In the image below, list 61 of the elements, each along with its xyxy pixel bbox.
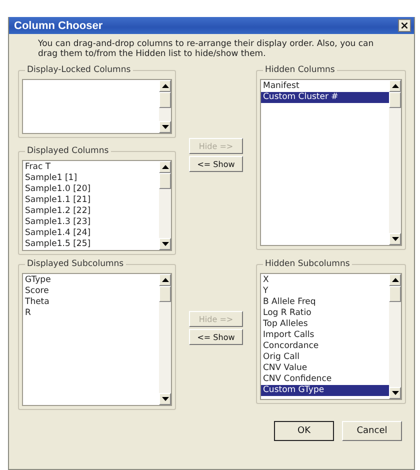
scrollbar[interactable]	[159, 161, 171, 250]
list-item[interactable]: Sample1.2 [22]	[23, 206, 159, 217]
down-arrow-icon[interactable]	[162, 397, 168, 401]
list-item[interactable]: R	[23, 308, 159, 319]
down-arrow-icon[interactable]	[392, 391, 398, 395]
list-item[interactable]: Sample1.1 [21]	[23, 195, 159, 206]
instructions-text: You can drag-and-drop columns to re-arrange their display order. Also, you can drag them to/from the Hidden list to hide/show them.	[38, 39, 375, 59]
scrollbar[interactable]	[389, 80, 401, 245]
list-item[interactable]: Score	[23, 286, 159, 297]
list-item[interactable]: Frac T	[23, 162, 159, 173]
list-item[interactable]: B Allele Freq	[261, 297, 389, 308]
scrollbar[interactable]	[389, 274, 401, 399]
up-arrow-icon[interactable]	[392, 84, 398, 88]
list-item[interactable]: CNV Value	[261, 363, 389, 374]
down-arrow-icon[interactable]	[392, 237, 398, 241]
scrollbar[interactable]	[159, 80, 171, 133]
cancel-button[interactable]: Cancel	[342, 421, 402, 441]
up-arrow-icon[interactable]	[392, 278, 398, 282]
list-item[interactable]: Orig Call	[261, 352, 389, 363]
up-arrow-icon[interactable]	[162, 84, 168, 88]
up-arrow-icon[interactable]	[162, 278, 168, 282]
list-item[interactable]: Theta	[23, 297, 159, 308]
group-title: Displayed Subcolumns	[25, 259, 126, 269]
list-item[interactable]: Manifest	[261, 81, 389, 92]
list-item[interactable]: Custom Cluster #	[261, 92, 389, 103]
list-item[interactable]: X	[261, 275, 389, 286]
show-button[interactable]: <= Show	[189, 156, 243, 172]
group-title: Displayed Columns	[25, 146, 111, 156]
scrollbar[interactable]	[159, 274, 171, 405]
list-item[interactable]: Log R Ratio	[261, 308, 389, 319]
list-item[interactable]: Top Alleles	[261, 319, 389, 330]
group-title: Display-Locked Columns	[25, 65, 133, 75]
window-title: Column Chooser	[14, 20, 103, 32]
list-item[interactable]: Custom GType	[261, 385, 389, 396]
list-item[interactable]: GType	[23, 275, 159, 286]
list-item[interactable]: Sample1.3 [23]	[23, 217, 159, 228]
list-item[interactable]: Sample1.0 [20]	[23, 184, 159, 195]
scroll-thumb[interactable]	[389, 92, 401, 108]
ok-button[interactable]: OK	[274, 421, 334, 441]
list-box[interactable]: GType Score Theta R	[22, 273, 172, 406]
list-item[interactable]: CNV Confidence	[261, 374, 389, 385]
list-box[interactable]: X Y B Allele Freq Log R Ratio Top Alleles Import Calls Concordance Orig Call CNV Value CNV Confidence Custom GType	[260, 273, 402, 400]
show-button[interactable]: <= Show	[189, 329, 243, 345]
list-item[interactable]: Concordance	[261, 341, 389, 352]
down-arrow-icon[interactable]	[162, 242, 168, 246]
list-item[interactable]: Sample1 [1]	[23, 173, 159, 184]
list-box[interactable]: Manifest Custom Cluster #	[260, 79, 402, 246]
close-button[interactable]: ×	[398, 19, 411, 32]
group-title: Hidden Subcolumns	[263, 259, 352, 269]
scroll-thumb[interactable]	[159, 173, 171, 189]
list-box[interactable]: Frac T Sample1 [1] Sample1.0 [20] Sample1.1 [21] Sample1.2 [22] Sample1.3 [23] Sample1.4 [24] Sample1.5 [25]	[22, 160, 172, 251]
scroll-thumb[interactable]	[159, 92, 171, 108]
down-arrow-icon[interactable]	[162, 125, 168, 129]
list-item[interactable]: Sample1.4 [24]	[23, 228, 159, 239]
up-arrow-icon[interactable]	[162, 165, 168, 169]
group-title: Hidden Columns	[263, 65, 337, 75]
list-item[interactable]: Import Calls	[261, 330, 389, 341]
list-item[interactable]: Sample1.5 [25]	[23, 239, 159, 250]
scroll-thumb[interactable]	[159, 286, 171, 302]
list-item[interactable]: Y	[261, 286, 389, 297]
scroll-thumb[interactable]	[389, 286, 401, 302]
